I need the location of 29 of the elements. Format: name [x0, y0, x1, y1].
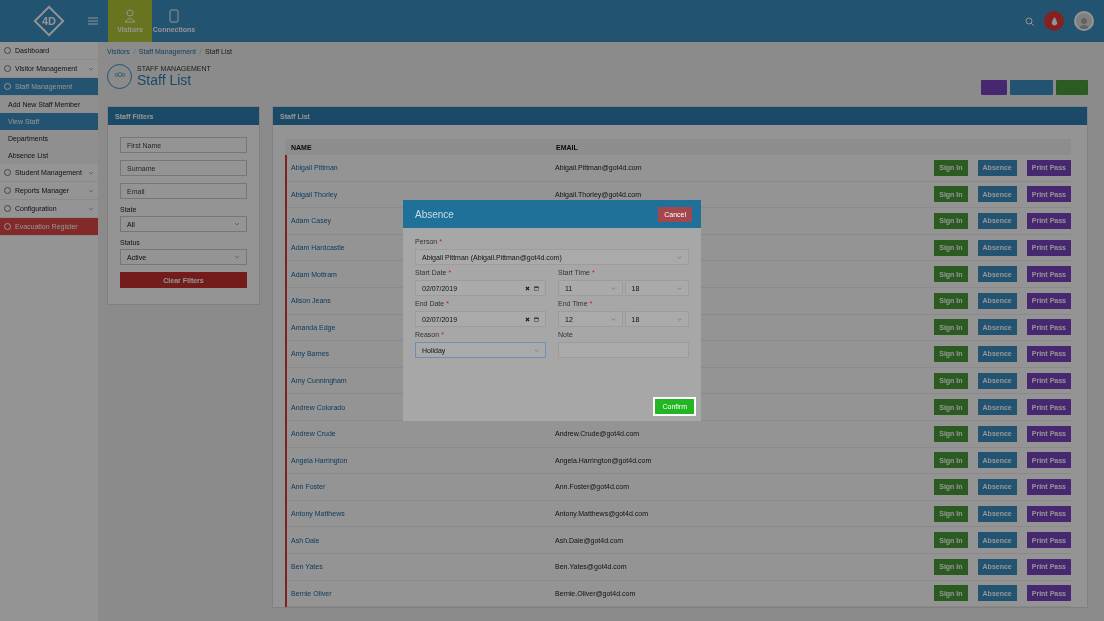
chevron-icon [610, 285, 616, 291]
clear-icon[interactable] [525, 285, 530, 291]
search-icon[interactable] [1025, 16, 1034, 26]
circle-icon [4, 187, 11, 194]
calendar-icon[interactable] [534, 285, 539, 291]
chevron-icon [677, 285, 682, 291]
page-title: Staff List [137, 71, 193, 88]
drop-button[interactable] [1044, 11, 1064, 31]
chevron-icon [610, 316, 616, 322]
clear-icon[interactable] [525, 316, 530, 322]
avatar[interactable] [1074, 11, 1094, 31]
chevron-icon [234, 222, 240, 226]
chevron-icon [677, 254, 682, 260]
circle-icon [4, 47, 11, 54]
chevron-icon [534, 347, 539, 353]
logo[interactable]: 4D [34, 6, 64, 36]
phone-icon [168, 9, 180, 23]
circle-icon [4, 83, 11, 90]
menu-icon[interactable] [88, 17, 98, 25]
circle-icon [4, 205, 11, 212]
circle-icon [4, 169, 11, 176]
circle-icon [4, 65, 11, 72]
drop-icon [1050, 16, 1058, 26]
calendar-icon[interactable] [534, 316, 539, 322]
person-icon [124, 9, 136, 23]
circle-icon [4, 223, 11, 230]
chevron-icon [677, 316, 682, 322]
dialog-title: Absence [415, 208, 454, 220]
chevron-icon [234, 255, 240, 259]
